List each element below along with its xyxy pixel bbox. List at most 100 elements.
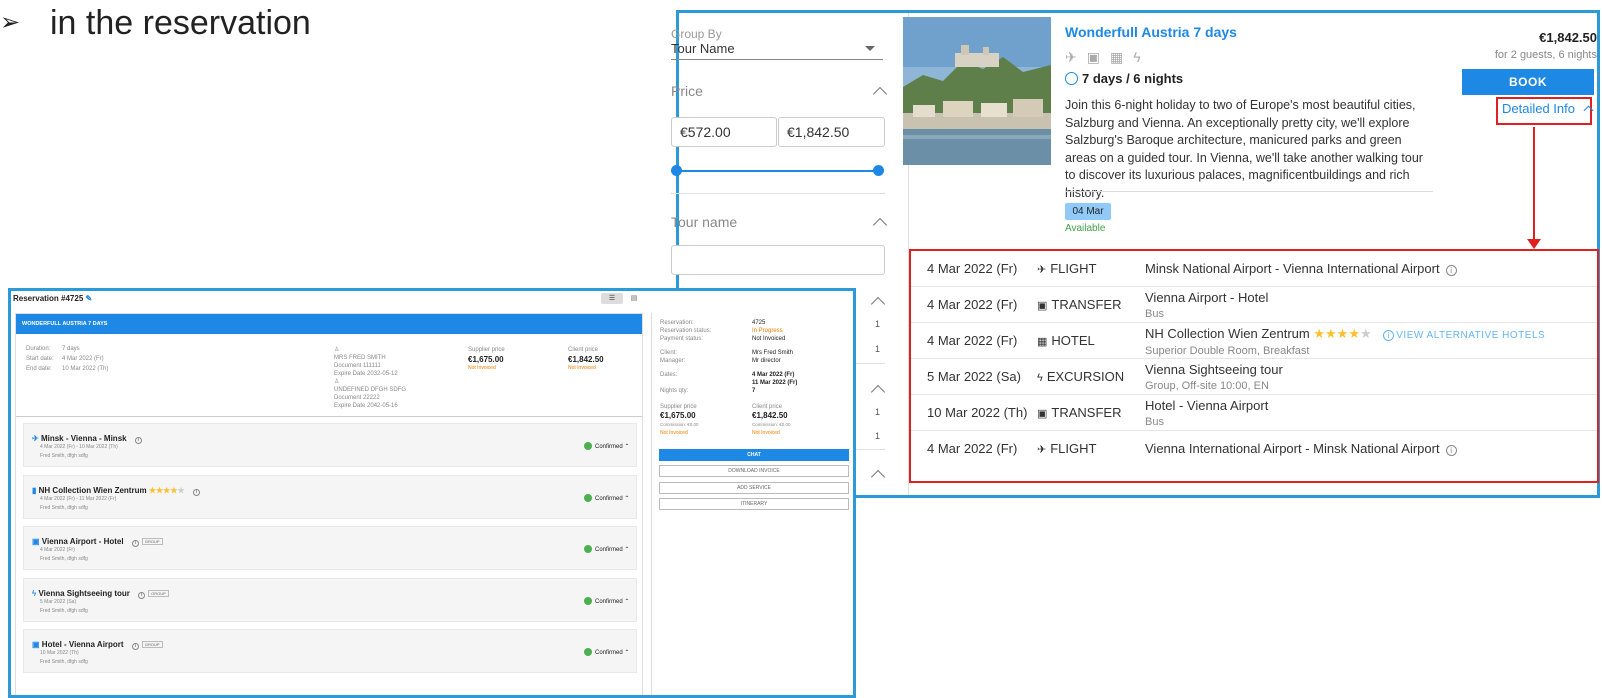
service-date: 4 Mar 2022 (Fr) [927, 333, 1018, 348]
caption-text: in the reservation [50, 4, 311, 42]
list-view-icon[interactable]: ☰ [601, 293, 623, 304]
info-icon[interactable]: i [1445, 445, 1457, 456]
price-slider-track[interactable] [675, 170, 879, 172]
info-icon[interactable]: i [131, 540, 139, 547]
client-price-value: €1,842.50 [752, 411, 788, 420]
card-title: ▣ Hotel - Vienna Airport i GROUP [32, 640, 163, 650]
commission: Commission: €0.00 [752, 422, 791, 427]
price-slider-max-handle[interactable] [873, 165, 884, 176]
star-icon: ★ [1348, 326, 1360, 341]
service-desc-text: Hotel - Vienna Airport [1145, 398, 1269, 413]
chevron-up-icon[interactable]: ⌃ [624, 496, 629, 502]
info-icon[interactable]: i [131, 643, 139, 650]
star-icon: ★★★★ [148, 486, 178, 495]
supplier-value: €1,675.00 [660, 411, 696, 420]
chevron-up-icon[interactable]: ⌃ [624, 444, 629, 450]
book-button[interactable]: BOOK [1462, 69, 1594, 95]
building-icon: ▦ [1037, 336, 1048, 348]
client-value: €1,842.50 [568, 355, 604, 364]
reservation-service-card[interactable]: ▮ NH Collection Wien Zentrum ★★★★★ i 4 M… [23, 475, 637, 519]
service-sub: Superior Double Room, Breakfast [1145, 345, 1310, 357]
divider [671, 193, 885, 194]
service-type-label: TRANSFER [1051, 405, 1122, 420]
service-row[interactable]: 4 Mar 2022 (Fr) ▦ HOTEL NH Collection Wie… [911, 323, 1597, 359]
info-icon[interactable]: i [192, 489, 200, 496]
star-empty-icon: ★ [1359, 326, 1372, 341]
chat-button[interactable]: CHAT [659, 449, 849, 461]
date-chip[interactable]: 04 Mar [1065, 203, 1111, 220]
summary-labels: Reservation: Reservation status: Payment… [660, 319, 711, 395]
status-text: Confirmed [595, 650, 623, 656]
reservation-service-card[interactable]: ▣ Vienna Airport - Hotel i GROUP 4 Mar 20… [23, 526, 637, 570]
itinerary-button[interactable]: ITINERARY [659, 498, 849, 510]
slide-caption: ➢ in the reservation [0, 4, 311, 43]
service-type-label: FLIGHT [1050, 261, 1097, 276]
service-row[interactable]: 10 Mar 2022 (Th) ▣ TRANSFER Hotel - Vienn… [911, 395, 1597, 431]
service-date: 4 Mar 2022 (Fr) [927, 297, 1018, 312]
reservation-service-card[interactable]: ✈ Minsk - Vienna - Minsk i 4 Mar 2022 (F… [23, 423, 637, 467]
service-type: ▦ HOTEL [1037, 333, 1095, 348]
group-by-value: Tour Name [671, 41, 735, 56]
info-icon[interactable]: i [134, 437, 142, 444]
tour-name-section-header[interactable]: Tour name [671, 214, 888, 232]
info-icon[interactable]: i [138, 592, 146, 599]
confirmed-status: Confirmed ⌃ [584, 442, 629, 450]
group-by-select[interactable]: Tour Name [671, 40, 883, 60]
supplier-label: Supplier price [468, 347, 505, 353]
collapse-icon [872, 217, 888, 232]
price-min-input[interactable]: €572.00 [671, 117, 777, 147]
service-row[interactable]: 4 Mar 2022 (Fr) ▣ TRANSFER Vienna Airport… [911, 287, 1597, 323]
info-icon[interactable]: i [1445, 265, 1457, 276]
detailed-info-toggle[interactable]: Detailed Info [1502, 101, 1594, 116]
duration-text: 7 days / 6 nights [1082, 71, 1184, 86]
guest-doc: Document 111111 [334, 363, 381, 369]
tour-title[interactable]: Wonderfull Austria 7 days [1065, 24, 1237, 40]
start-date-row: Start date: 4 Mar 2022 (Fr) [26, 354, 108, 364]
manager-label: Manager: [660, 358, 686, 364]
card-guests: Fred Smith, dfgh sdfg [40, 608, 88, 614]
price-section-header[interactable]: Price [671, 83, 888, 101]
supplier-status: Not Invoiced [468, 365, 496, 371]
start-value: 4 Mar 2022 (Fr) [62, 356, 104, 362]
service-date: 10 Mar 2022 (Th) [927, 405, 1028, 420]
service-date: 5 Mar 2022 (Sa) [927, 369, 1021, 384]
duration-value: 7 days [62, 346, 80, 352]
chevron-up-icon[interactable]: ⌃ [624, 650, 629, 656]
collapse-icon[interactable] [870, 296, 886, 312]
commission: Commission: €0.00 [660, 422, 699, 427]
chevron-up-icon[interactable]: ⌃ [624, 547, 629, 553]
edit-icon[interactable]: ✎ [86, 294, 93, 303]
card-title: ϟ Vienna Sightseeing tour i GROUP [32, 589, 169, 599]
guest-doc: Document 22222 [334, 395, 380, 401]
grid-view-icon[interactable]: ▤ [627, 293, 641, 304]
dates-value-end: 11 Mar 2022 (Fr) [752, 380, 798, 386]
guest-exp: Expire Date 2042-05-16 [334, 403, 398, 409]
collapse-icon[interactable] [870, 469, 886, 485]
price-slider-min-handle[interactable] [671, 165, 682, 176]
card-guests: Fred Smith, dfgh sdfg [40, 453, 88, 459]
service-desc: Vienna International Airport - Minsk Nat… [1145, 441, 1457, 456]
tour-image[interactable] [903, 17, 1051, 165]
collapse-icon[interactable] [870, 384, 886, 400]
chevron-up-icon[interactable]: ⌃ [624, 599, 629, 605]
view-alternative-hotels-link[interactable]: i VIEW ALTERNATIVE HOTELS [1383, 330, 1545, 341]
confirmed-status: Confirmed ⌃ [584, 597, 629, 605]
add-service-button[interactable]: ADD SERVICE [659, 482, 849, 494]
tour-name-input[interactable] [671, 245, 885, 275]
download-invoice-button[interactable]: DOWNLOAD INVOICE [659, 465, 849, 477]
service-row[interactable]: 4 Mar 2022 (Fr) ✈ FLIGHT Vienna Internati… [911, 431, 1597, 467]
star-empty-icon: ★ [177, 486, 185, 495]
service-type: ▣ TRANSFER [1037, 405, 1121, 420]
service-sub: Group, Off-site 10:00, EN [1145, 380, 1269, 392]
confirmed-status: Confirmed ⌃ [584, 648, 629, 656]
service-row[interactable]: 5 Mar 2022 (Sa) ϟ EXCURSION Vienna Sights… [911, 359, 1597, 395]
bus-icon: ▣ [1037, 300, 1048, 312]
tour-banner: WONDERFULL AUSTRIA 7 DAYS [16, 314, 642, 334]
divider [16, 416, 642, 417]
service-row[interactable]: 4 Mar 2022 (Fr) ✈ FLIGHT Minsk National A… [911, 251, 1597, 287]
reservation-service-card[interactable]: ϟ Vienna Sightseeing tour i GROUP 5 Mar 2… [23, 578, 637, 622]
reservation-service-card[interactable]: ▣ Hotel - Vienna Airport i GROUP 10 Mar 2… [23, 629, 637, 673]
supplier-label: Supplier price [660, 404, 697, 410]
price-max-input[interactable]: €1,842.50 [778, 117, 885, 147]
bus-icon: ▣ [32, 640, 40, 649]
